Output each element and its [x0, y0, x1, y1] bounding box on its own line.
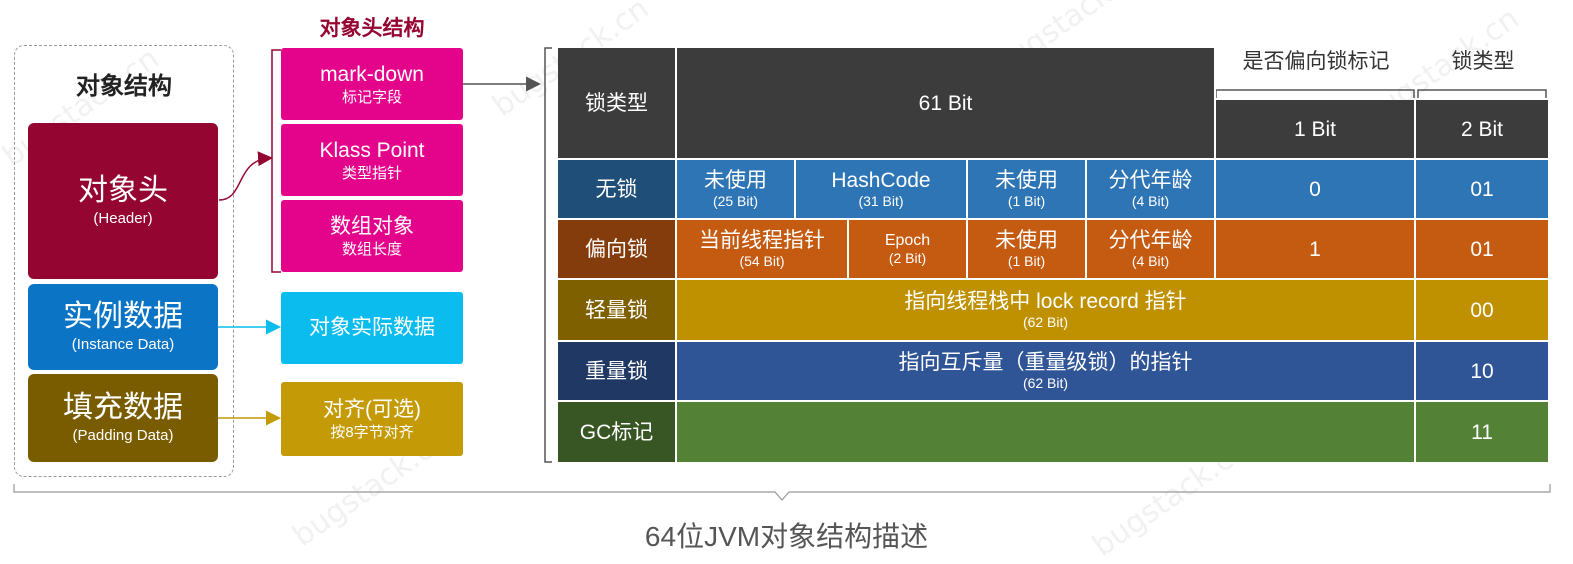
- row-nolock-flag: 0: [1216, 160, 1416, 220]
- diagram-caption: 64位JVM对象结构描述: [644, 521, 929, 552]
- cell-text: 未使用: [704, 169, 767, 192]
- row-biased-flag: 1: [1216, 220, 1416, 280]
- header-2-bit: 2 Bit: [1416, 100, 1548, 160]
- cell-text: 无锁: [595, 177, 638, 201]
- cell-text: (54 Bit): [739, 253, 785, 269]
- cell-text: (1 Bit): [1007, 193, 1046, 209]
- row-heavy-pointer: 指向互斥量（重量级锁）的指针 (62 Bit): [677, 342, 1416, 402]
- row-biased-epoch: Epoch (2 Bit): [849, 220, 968, 280]
- cell-text: (4 Bit): [1131, 193, 1170, 209]
- biased-flag-header-label: 是否偏向锁标记: [1242, 50, 1390, 73]
- row-nolock-unused-25: 未使用 (25 Bit): [677, 160, 796, 220]
- cell-text: 锁类型: [585, 91, 648, 115]
- cell-text: (62 Bit): [1022, 375, 1069, 391]
- row-nolock-unused-1: 未使用 (1 Bit): [968, 160, 1087, 220]
- row-nolock-name: 无锁: [558, 160, 677, 220]
- row-heavy-type: 10: [1416, 342, 1548, 402]
- row-light-name: 轻量锁: [558, 280, 677, 342]
- cell-text: 01: [1470, 177, 1494, 201]
- header-1-bit: 1 Bit: [1216, 100, 1416, 160]
- row-nolock-hashcode: HashCode (31 Bit): [796, 160, 968, 220]
- cell-text: (2 Bit): [888, 250, 927, 266]
- cell-text: 00: [1470, 298, 1494, 322]
- cell-text: Epoch: [884, 232, 931, 249]
- header-61-bit: 61 Bit: [677, 48, 1216, 160]
- cell-text: (31 Bit): [858, 193, 904, 209]
- cell-text: 2 Bit: [1460, 117, 1504, 141]
- cell-text: GC标记: [579, 420, 654, 444]
- row-biased-name: 偏向锁: [558, 220, 677, 280]
- cell-text: 61 Bit: [918, 91, 973, 115]
- row-gc-type: 11: [1416, 402, 1548, 462]
- cell-text: 10: [1470, 359, 1494, 383]
- row-nolock-type: 01: [1416, 160, 1548, 220]
- cell-text: (4 Bit): [1131, 253, 1170, 269]
- cell-text: 未使用: [995, 169, 1058, 192]
- cell-text: 分代年龄: [1108, 229, 1193, 252]
- row-gc-name: GC标记: [558, 402, 677, 462]
- row-biased-thread-pointer: 当前线程指针 (54 Bit): [677, 220, 849, 280]
- cell-text: 1 Bit: [1293, 117, 1337, 141]
- cell-text: (62 Bit): [1022, 314, 1069, 330]
- cell-text: 1: [1309, 237, 1321, 261]
- row-nolock-age: 分代年龄 (4 Bit): [1087, 160, 1216, 220]
- cell-text: 当前线程指针: [699, 229, 825, 252]
- cell-text: 0: [1309, 177, 1321, 201]
- row-biased-unused-1: 未使用 (1 Bit): [968, 220, 1087, 280]
- cell-text: 01: [1470, 237, 1494, 261]
- row-biased-type: 01: [1416, 220, 1548, 280]
- cell-text: HashCode: [831, 169, 931, 192]
- row-light-pointer: 指向线程栈中 lock record 指针 (62 Bit): [677, 280, 1416, 342]
- cell-text: 重量锁: [585, 359, 648, 383]
- cell-text: 轻量锁: [585, 298, 648, 322]
- header-lock-type: 锁类型: [558, 48, 677, 160]
- cell-text: 指向线程栈中 lock record 指针: [904, 290, 1187, 313]
- cell-text: 指向互斥量（重量级锁）的指针: [898, 351, 1193, 374]
- cell-text: (25 Bit): [712, 193, 759, 209]
- lock-type-header-label: 锁类型: [1451, 50, 1515, 73]
- cell-text: 偏向锁: [585, 237, 648, 261]
- row-biased-age: 分代年龄 (4 Bit): [1087, 220, 1216, 280]
- row-heavy-name: 重量锁: [558, 342, 677, 402]
- row-gc-empty: [677, 402, 1416, 462]
- row-light-type: 00: [1416, 280, 1548, 342]
- cell-text: 11: [1471, 420, 1493, 444]
- cell-text: (1 Bit): [1007, 253, 1046, 269]
- cell-text: 分代年龄: [1108, 169, 1193, 192]
- cell-text: 未使用: [995, 229, 1058, 252]
